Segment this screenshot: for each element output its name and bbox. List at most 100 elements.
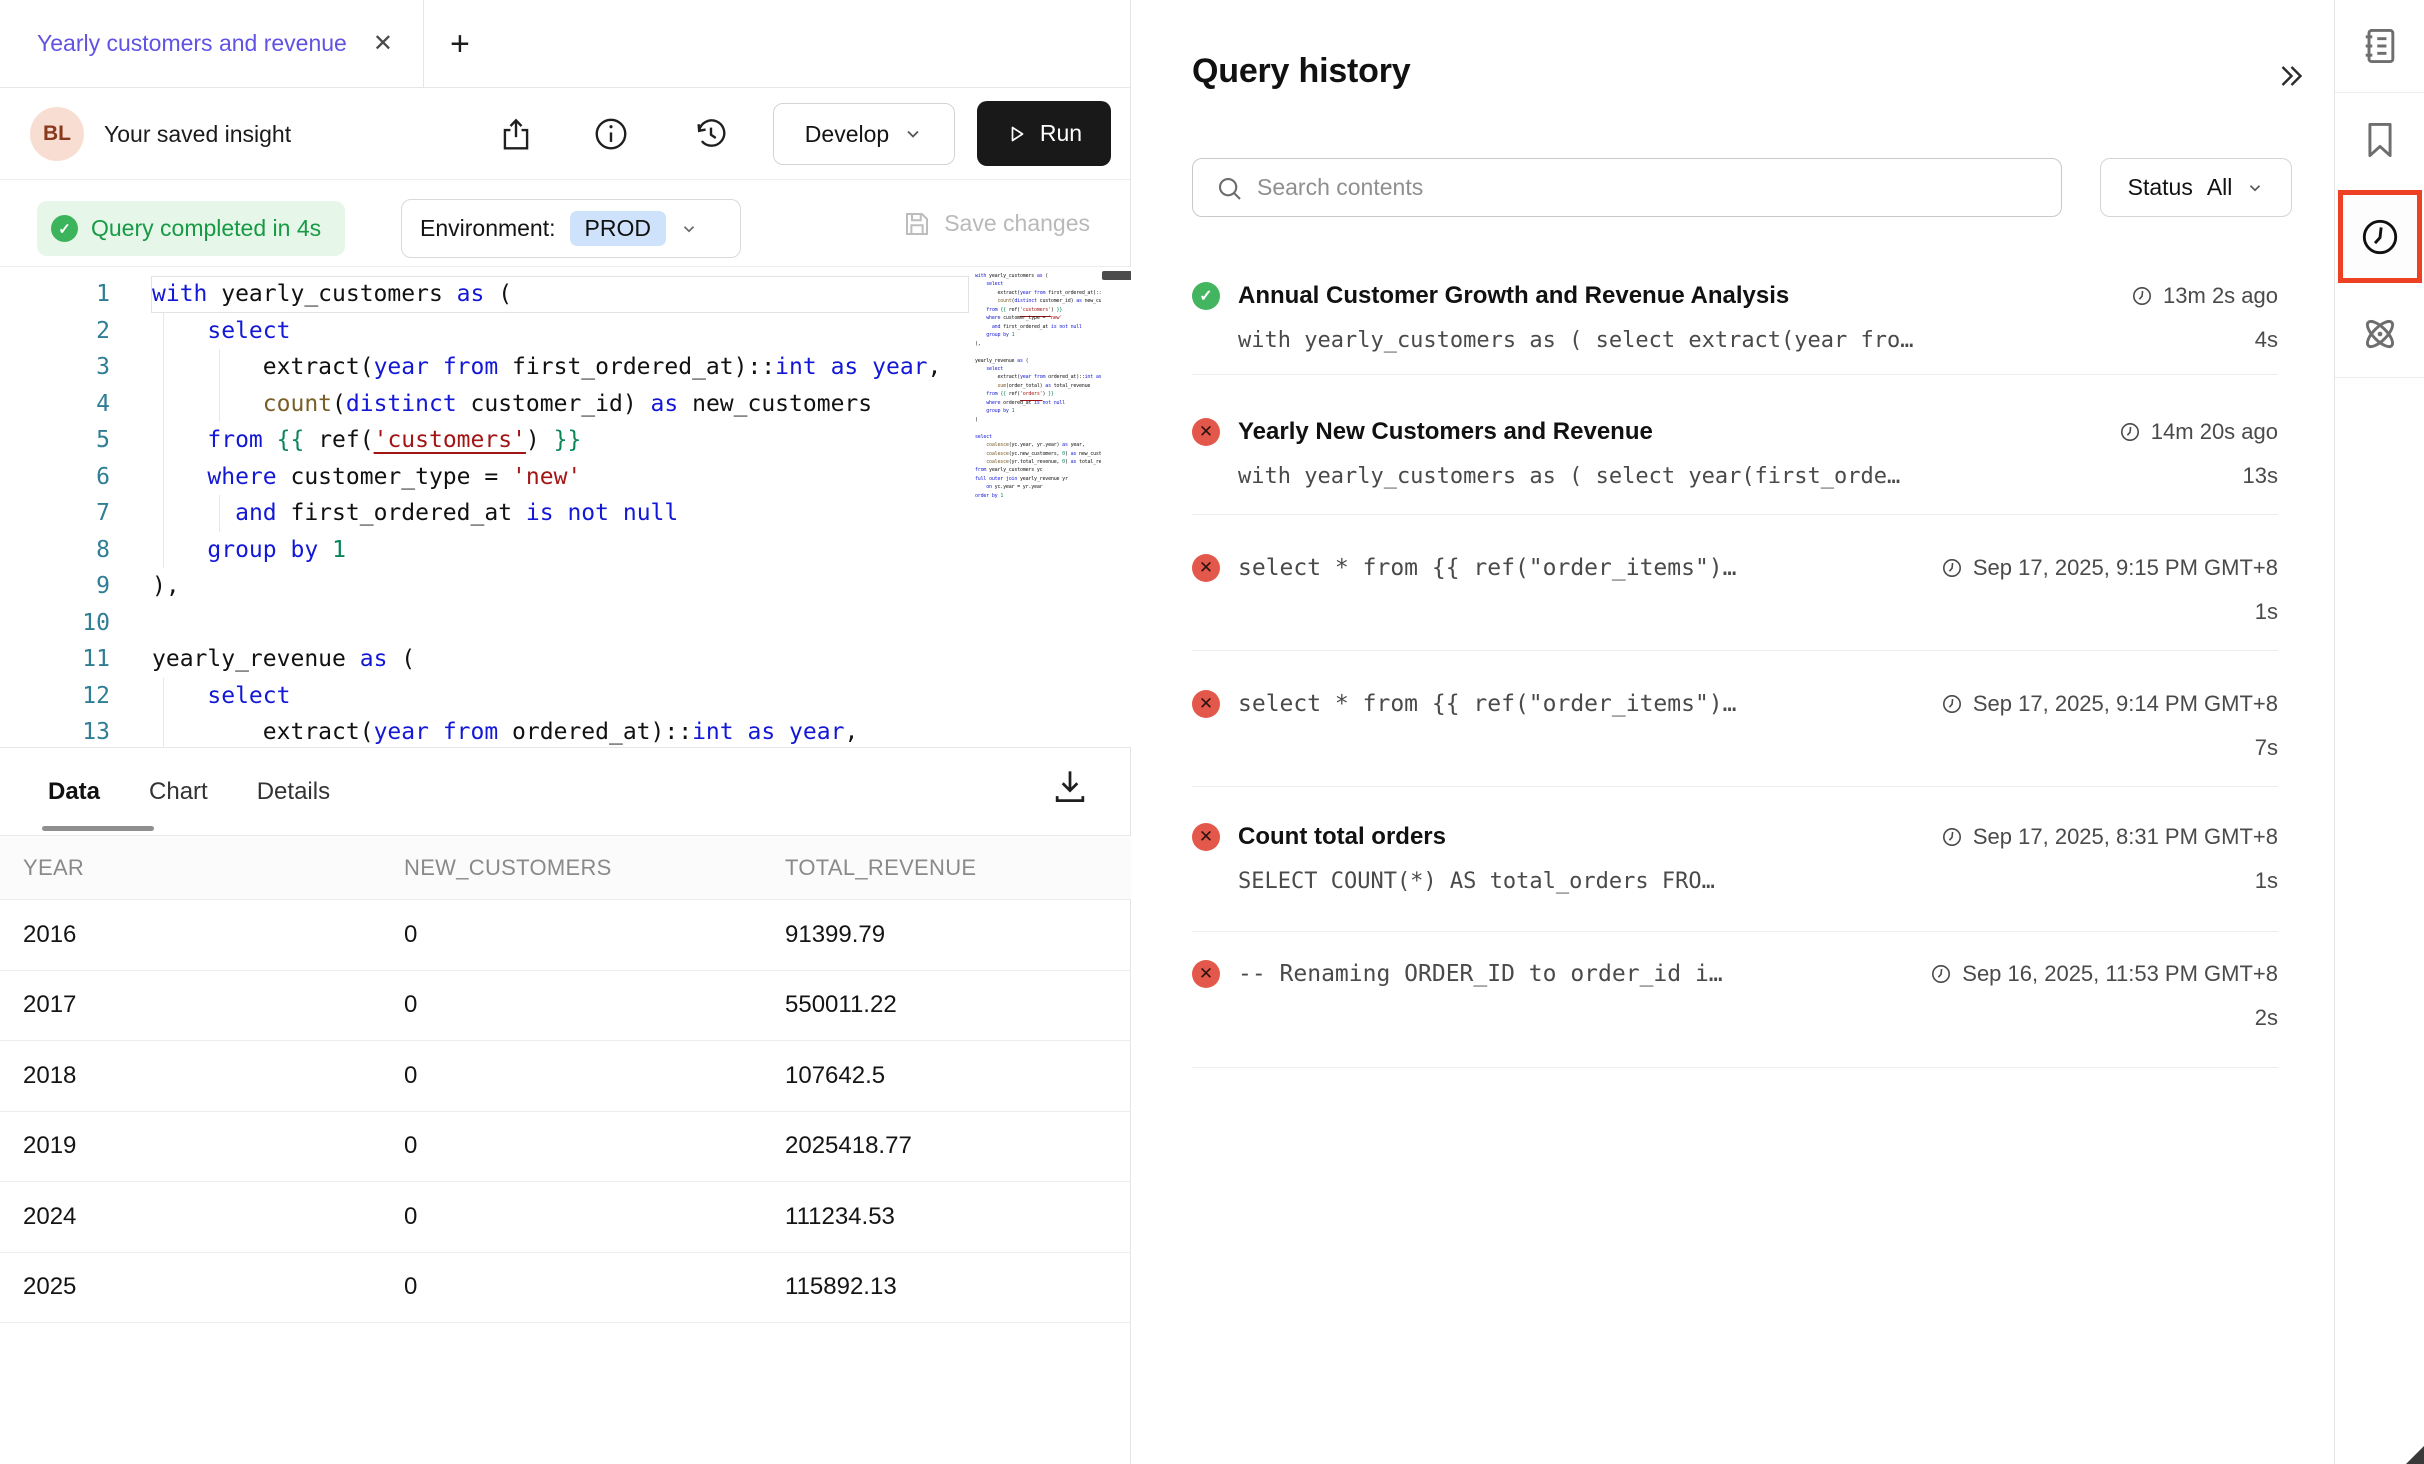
table-cell: 2018: [23, 1062, 404, 1090]
table-row[interactable]: 20180107642.5: [0, 1041, 1131, 1112]
line-number-gutter: 1234567891011121314151617181920212223242…: [0, 276, 110, 748]
search-icon: [1215, 174, 1245, 204]
table-cell: 107642.5: [785, 1062, 1131, 1090]
share-button[interactable]: [497, 115, 535, 153]
code-line: [152, 605, 941, 642]
query-timestamp: 13m 2s ago: [2130, 283, 2278, 309]
query-timestamp: 14m 20s ago: [2118, 419, 2278, 445]
table-row[interactable]: 20170550011.22: [0, 971, 1131, 1042]
query-title: Annual Customer Growth and Revenue Analy…: [1238, 282, 2112, 310]
run-label: Run: [1040, 120, 1082, 147]
tab-close-icon[interactable]: ✕: [373, 29, 393, 58]
environment-value-badge: PROD: [570, 211, 666, 246]
table-cell: 550011.22: [785, 991, 1131, 1019]
query-history-item[interactable]: ✕ Count total orders Sep 17, 2025, 8:31 …: [1192, 787, 2278, 932]
query-history-item[interactable]: ✕ Yearly New Customers and Revenue 14m 2…: [1192, 375, 2278, 515]
time-icon: [1929, 962, 1953, 986]
editor-scrollbar-thumb[interactable]: [1102, 271, 1131, 280]
run-button[interactable]: Run: [977, 101, 1111, 166]
query-duration: 4s: [2255, 327, 2278, 353]
code-line: select: [152, 678, 941, 715]
code-line: and first_ordered_at is not null: [152, 495, 941, 532]
code-line: ),: [152, 568, 941, 605]
environment-label: Environment:: [420, 215, 556, 242]
table-row[interactable]: 20250115892.13: [0, 1253, 1131, 1324]
table-row[interactable]: 201902025418.77: [0, 1112, 1131, 1183]
download-results-button[interactable]: [1048, 764, 1092, 808]
query-history-clock-icon[interactable]: [2357, 214, 2403, 260]
resize-handle[interactable]: [2406, 1446, 2424, 1464]
query-title: Yearly New Customers and Revenue: [1238, 418, 2100, 446]
play-icon: [1006, 123, 1028, 145]
table-cell: 2016: [23, 921, 404, 949]
save-changes-button[interactable]: Save changes: [902, 180, 1090, 267]
table-cell: 111234.53: [785, 1203, 1131, 1231]
table-cell: 0: [404, 1062, 785, 1090]
saved-insight-label: Your saved insight: [104, 88, 291, 180]
status-error-icon: ✕: [1192, 960, 1220, 988]
develop-dropdown[interactable]: Develop: [773, 103, 955, 165]
table-cell: 2025: [23, 1273, 404, 1301]
query-history-item[interactable]: ✓ Annual Customer Growth and Revenue Ana…: [1192, 240, 2278, 375]
editor-status-bar: ✓ Query completed in 4s Environment: PRO…: [0, 180, 1130, 267]
sql-code-editor[interactable]: 1234567891011121314151617181920212223242…: [0, 267, 1131, 748]
bookmark-icon[interactable]: [2358, 118, 2402, 162]
code-line: yearly_revenue as (: [152, 641, 941, 678]
query-title: -- Renaming ORDER_ID to order_id i…: [1238, 961, 1911, 987]
notebook-icon[interactable]: [2358, 24, 2402, 68]
status-filter-value: All: [2207, 174, 2233, 201]
query-history-item[interactable]: ✕ select * from {{ ref("order_items")… S…: [1192, 651, 2278, 787]
time-icon: [1940, 556, 1964, 580]
rail-divider: [2335, 92, 2424, 93]
query-sql-preview: with yearly_customers as ( select year(f…: [1238, 464, 2243, 489]
results-tab-bar: Data Chart Details: [0, 748, 1131, 835]
results-tab-data[interactable]: Data: [48, 748, 100, 835]
search-input[interactable]: [1257, 159, 2037, 216]
code-line: with yearly_customers as (: [152, 276, 941, 313]
environment-selector[interactable]: Environment: PROD: [401, 199, 741, 258]
query-sql-preview: with yearly_customers as ( select extrac…: [1238, 328, 2255, 353]
tab-yearly-customers-and-revenue[interactable]: Yearly customers and revenue ✕: [0, 0, 423, 87]
editor-minimap[interactable]: with yearly_customers as ( select extrac…: [975, 272, 1101, 742]
query-history-title: Query history: [1192, 52, 1410, 91]
time-icon: [2118, 420, 2142, 444]
query-duration: 7s: [2255, 735, 2278, 761]
status-filter-dropdown[interactable]: Status All: [2100, 158, 2292, 217]
results-data-table: YEAR NEW_CUSTOMERS TOTAL_REVENUE 2016091…: [0, 835, 1131, 1323]
success-check-icon: ✓: [51, 215, 78, 242]
code-line: select: [152, 313, 941, 350]
rail-divider: [2335, 377, 2424, 378]
column-header-total-revenue[interactable]: TOTAL_REVENUE: [785, 855, 1131, 881]
collapse-panel-button[interactable]: [2272, 58, 2308, 94]
new-tab-button[interactable]: +: [424, 0, 496, 88]
search-box[interactable]: [1192, 158, 2062, 217]
status-error-icon: ✕: [1192, 554, 1220, 582]
table-cell: 91399.79: [785, 921, 1131, 949]
avatar[interactable]: BL: [30, 107, 84, 161]
table-header-row: YEAR NEW_CUSTOMERS TOTAL_REVENUE: [0, 835, 1131, 900]
query-history-item[interactable]: ✕ select * from {{ ref("order_items")… S…: [1192, 515, 2278, 651]
table-row[interactable]: 20240111234.53: [0, 1182, 1131, 1253]
table-cell: 0: [404, 921, 785, 949]
query-timestamp: Sep 16, 2025, 11:53 PM GMT+8: [1929, 961, 2278, 987]
query-history-item[interactable]: ✕ -- Renaming ORDER_ID to order_id i… Se…: [1192, 932, 2278, 1068]
query-history-list: ✓ Annual Customer Growth and Revenue Ana…: [1192, 240, 2278, 1068]
line-number: 8: [0, 532, 110, 569]
info-button[interactable]: [592, 115, 630, 153]
column-header-year[interactable]: YEAR: [23, 855, 404, 881]
line-number: 3: [0, 349, 110, 386]
line-number: 13: [0, 714, 110, 748]
column-header-new-customers[interactable]: NEW_CUSTOMERS: [404, 855, 785, 881]
query-title: Count total orders: [1238, 823, 1922, 851]
query-duration: 13s: [2243, 463, 2278, 489]
version-history-button[interactable]: [692, 115, 730, 153]
results-tab-chart[interactable]: Chart: [149, 748, 208, 835]
table-row[interactable]: 2016091399.79: [0, 900, 1131, 971]
line-number: 4: [0, 386, 110, 423]
save-changes-label: Save changes: [944, 210, 1090, 237]
explore-compass-icon[interactable]: [2358, 312, 2402, 356]
results-tab-details[interactable]: Details: [257, 748, 330, 835]
query-history-panel: Query history Status All ✓: [1132, 0, 2334, 1464]
query-duration: 1s: [2255, 599, 2278, 625]
table-cell: 0: [404, 991, 785, 1019]
